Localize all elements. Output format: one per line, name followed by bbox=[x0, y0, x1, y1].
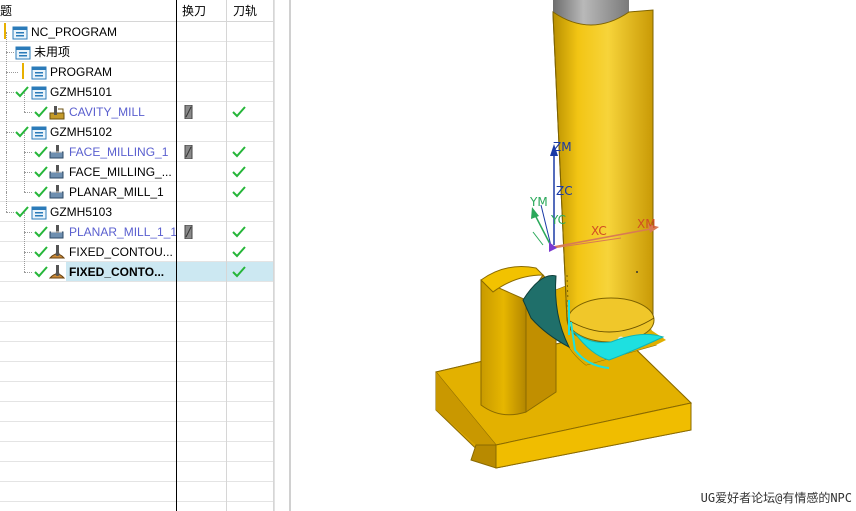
column-header-name[interactable]: 题 bbox=[0, 0, 176, 22]
empty-row bbox=[0, 402, 274, 422]
empty-row bbox=[0, 302, 274, 322]
tool-path-check-icon bbox=[231, 104, 247, 120]
tree-row-gzmh5101[interactable]: GZMH5101 bbox=[0, 72, 274, 102]
check-icon bbox=[33, 144, 49, 160]
tree-row-label: NC_PROGRAM bbox=[31, 25, 118, 39]
tree-row-planar-mill-1-1[interactable]: PLANAR_MILL_1_1 bbox=[0, 212, 274, 242]
column-divider[interactable] bbox=[226, 0, 227, 511]
fixed-contour-icon bbox=[48, 244, 66, 260]
tree-row-label: GZMH5101 bbox=[50, 85, 113, 99]
check-icon bbox=[14, 124, 30, 140]
part-base[interactable] bbox=[435, 329, 693, 469]
tree-row-program[interactable]: PROGRAM bbox=[0, 52, 274, 82]
planar-mill-icon bbox=[49, 184, 65, 200]
navigator-rows: NC_PROGRAM 未用项 PROGRAM GZMH5101 CAVITY_M… bbox=[0, 22, 274, 502]
tree-row-label: GZMH5102 bbox=[50, 125, 113, 139]
navigator-header: 题 换刀 刀轨 bbox=[0, 0, 274, 22]
check-icon bbox=[33, 224, 49, 240]
program-folder-icon bbox=[31, 124, 47, 140]
tree-row-fixed-contour-1[interactable]: FIXED_CONTOU... bbox=[0, 232, 274, 262]
empty-row bbox=[0, 442, 274, 462]
tree-row-label: FACE_MILLING_... bbox=[69, 165, 172, 179]
empty-row bbox=[0, 342, 274, 362]
empty-row bbox=[0, 382, 274, 402]
tool-path-check-icon bbox=[231, 184, 247, 200]
tree-row-face-milling-1[interactable]: FACE_MILLING_1 bbox=[0, 132, 274, 162]
empty-row bbox=[0, 462, 274, 482]
tree-row-label: PROGRAM bbox=[50, 65, 113, 79]
tree-row-gzmh5102[interactable]: GZMH5102 bbox=[0, 112, 274, 142]
cutting-tool[interactable] bbox=[552, 9, 655, 344]
check-icon bbox=[14, 204, 30, 220]
tree-row-label: GZMH5103 bbox=[50, 205, 113, 219]
tool-change-icon bbox=[184, 224, 194, 240]
empty-row bbox=[0, 282, 274, 302]
face-milling-icon bbox=[49, 144, 65, 160]
program-folder-icon bbox=[31, 204, 47, 220]
planar-mill-icon bbox=[49, 224, 65, 240]
axis-label-xm: XM bbox=[637, 217, 656, 231]
tree-row-face-milling-2[interactable]: FACE_MILLING_... bbox=[0, 152, 274, 182]
tree-row-label: FIXED_CONTO... bbox=[69, 264, 165, 280]
fixed-contour-icon bbox=[48, 264, 66, 280]
tree-row-gzmh5103[interactable]: GZMH5103 bbox=[0, 192, 274, 222]
panel-splitter[interactable] bbox=[274, 0, 290, 511]
operation-navigator: 题 换刀 刀轨 NC_PROGRAM 未用项 PROGRAM GZMH5101 … bbox=[0, 0, 274, 511]
empty-row bbox=[0, 322, 274, 342]
check-icon bbox=[33, 184, 49, 200]
tree-row-nc-program[interactable]: NC_PROGRAM bbox=[0, 22, 274, 42]
tool-change-icon bbox=[184, 144, 194, 160]
column-header-tool-change[interactable]: 换刀 bbox=[182, 0, 226, 22]
column-header-tool-path[interactable]: 刀轨 bbox=[233, 0, 273, 22]
tool-change-icon bbox=[184, 104, 194, 120]
face-milling-icon bbox=[49, 164, 65, 180]
graphics-viewport[interactable]: ZM ZC YM YC XC XM UG爱好者论坛@有情感的NPC bbox=[291, 0, 856, 511]
tree-row-label: CAVITY_MILL bbox=[69, 105, 145, 119]
tool-path-check-icon bbox=[231, 244, 247, 260]
model-scene: ZM ZC YM YC XC XM bbox=[435, 0, 693, 469]
tree-row-label: 未用项 bbox=[34, 45, 71, 59]
tree-row-cavity-mill[interactable]: CAVITY_MILL bbox=[0, 92, 274, 122]
empty-row bbox=[0, 362, 274, 382]
program-folder-icon bbox=[12, 24, 28, 40]
tool-path-check-icon bbox=[231, 264, 247, 280]
column-divider[interactable] bbox=[176, 0, 177, 511]
program-folder-icon bbox=[31, 84, 47, 100]
tool-path-check-icon bbox=[231, 164, 247, 180]
empty-row bbox=[0, 422, 274, 442]
check-icon bbox=[33, 244, 49, 260]
check-icon bbox=[33, 164, 49, 180]
tool-path-check-icon bbox=[231, 144, 247, 160]
tree-row-planar-mill-1[interactable]: PLANAR_MILL_1 bbox=[0, 172, 274, 202]
axis-label-ym: YM bbox=[529, 195, 548, 209]
warning-icon bbox=[21, 62, 25, 80]
tree-row-label: FACE_MILLING_1 bbox=[69, 145, 169, 159]
tree-row-unused-items[interactable]: 未用项 bbox=[0, 32, 274, 62]
check-icon bbox=[33, 104, 49, 120]
tree-row-label: FIXED_CONTOU... bbox=[69, 245, 173, 259]
watermark-text: UG爱好者论坛@有情感的NPC bbox=[700, 491, 852, 505]
check-icon bbox=[33, 264, 49, 280]
axis-label-zc: ZC bbox=[556, 184, 573, 198]
check-icon bbox=[14, 84, 30, 100]
cavity-mill-icon bbox=[49, 104, 65, 120]
program-folder-icon bbox=[31, 64, 47, 80]
tree-row-label: PLANAR_MILL_1_1 bbox=[69, 225, 178, 239]
axis-label-zm: ZM bbox=[553, 140, 572, 154]
empty-row bbox=[0, 482, 274, 502]
program-folder-icon bbox=[15, 44, 31, 60]
tree-row-label: PLANAR_MILL_1 bbox=[69, 185, 164, 199]
axis-label-yc: YC bbox=[550, 213, 566, 227]
tree-row-fixed-contour-2[interactable]: FIXED_CONTO... bbox=[0, 252, 274, 282]
tool-path-check-icon bbox=[231, 224, 247, 240]
axis-label-xc: XC bbox=[591, 224, 607, 238]
